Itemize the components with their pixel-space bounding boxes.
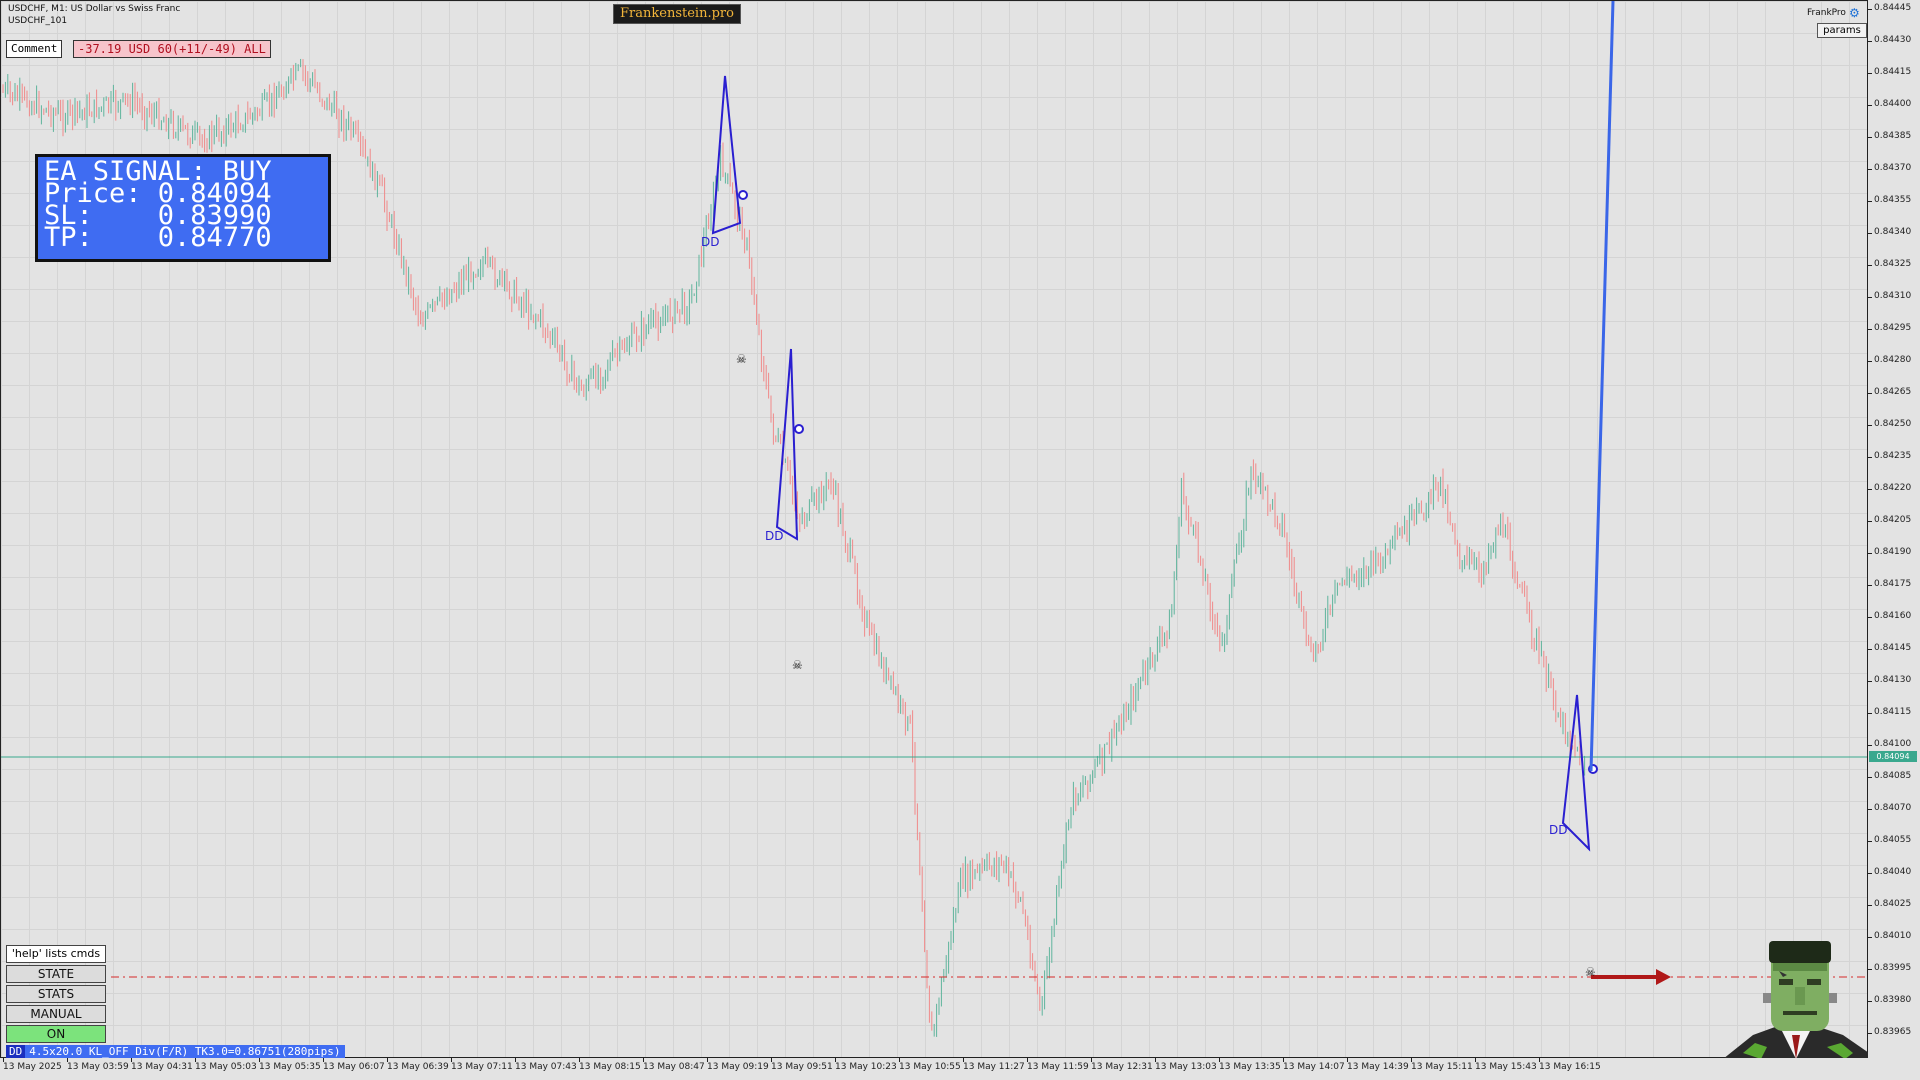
frankenstein-avatar-icon: [1723, 941, 1869, 1059]
time-tick: 13 May 04:31: [131, 1058, 193, 1072]
chart-area[interactable]: USDCHF, M1: US Dollar vs Swiss Franc USD…: [0, 0, 1869, 1059]
manual-button[interactable]: MANUAL: [6, 1005, 106, 1023]
time-tick: 13 May 05:35: [259, 1058, 321, 1072]
price-tick: 0.84400: [1867, 99, 1912, 109]
time-tick: 13 May 10:55: [899, 1058, 961, 1072]
time-tick: 13 May 08:47: [643, 1058, 705, 1072]
time-tick: 13 May 13:35: [1219, 1058, 1281, 1072]
price-tick: 0.84430: [1867, 35, 1912, 45]
price-tick: 0.84340: [1867, 227, 1912, 237]
on-button[interactable]: ON: [6, 1025, 106, 1043]
price-tick: 0.84130: [1867, 675, 1912, 685]
dd-marker: DD: [765, 529, 784, 543]
price-tick: 0.84415: [1867, 67, 1912, 77]
status-text: 4.5x20.0 KL_OFF Div(F/R) TK3.0=0.86751(2…: [29, 1045, 341, 1058]
price-tick: 0.84160: [1867, 611, 1912, 621]
price-tick: 0.84055: [1867, 835, 1912, 845]
price-tick: 0.84280: [1867, 355, 1912, 365]
trade-marker: [794, 424, 804, 434]
price-tick: 0.84295: [1867, 323, 1912, 333]
price-tick: 0.84010: [1867, 931, 1912, 941]
price-tick: 0.83995: [1867, 963, 1912, 973]
price-tick: 0.84190: [1867, 547, 1912, 557]
params-button[interactable]: params: [1817, 23, 1867, 38]
dd-triangle: [775, 348, 799, 541]
price-tick: 0.84100: [1867, 739, 1912, 749]
time-tick: 13 May 07:11: [451, 1058, 513, 1072]
time-tick: 13 May 16:15: [1539, 1058, 1601, 1072]
profit-loss-box: -37.19 USD 60(+11/-49) ALL: [73, 40, 271, 58]
price-tick: 0.84145: [1867, 643, 1912, 653]
price-tick: 0.84385: [1867, 131, 1912, 141]
time-tick: 13 May 11:27: [963, 1058, 1025, 1072]
time-axis[interactable]: 13 May 2025 13 May 03:59 13 May 04:31 13 Ma…: [0, 1058, 1920, 1080]
dd-triangle: [711, 75, 742, 235]
time-tick: 13 May 07:43: [515, 1058, 577, 1072]
time-tick: 13 May 05:03: [195, 1058, 257, 1072]
price-tick: 0.84175: [1867, 579, 1912, 589]
price-tick: 0.84235: [1867, 451, 1912, 461]
stats-button[interactable]: STATS: [6, 985, 106, 1003]
time-tick: 13 May 03:59: [67, 1058, 129, 1072]
price-tick: 0.84370: [1867, 163, 1912, 173]
time-tick: 13 May 09:19: [707, 1058, 769, 1072]
gear-icon[interactable]: ⚙: [1849, 7, 1863, 19]
time-tick: 13 May 06:39: [387, 1058, 449, 1072]
price-tick: 0.84265: [1867, 387, 1912, 397]
ea-signal-panel: EA SIGNAL: BUY Price: 0.84094 SL: 0.8399…: [35, 154, 331, 262]
price-tick: 0.84070: [1867, 803, 1912, 813]
comment-label: Comment: [6, 40, 63, 58]
time-tick: 13 May 06:07: [323, 1058, 385, 1072]
time-tick: 13 May 08:15: [579, 1058, 641, 1072]
signal-tp: TP: 0.84770: [44, 222, 272, 253]
time-tick: 13 May 13:03: [1155, 1058, 1217, 1072]
time-tick: 13 May 2025: [3, 1058, 62, 1072]
dd-marker: DD: [1549, 823, 1568, 837]
price-tick: 0.84220: [1867, 483, 1912, 493]
ea-name: USDCHF_101: [8, 16, 68, 26]
dd-marker: DD: [701, 235, 720, 249]
current-price-tag: 0.84094: [1869, 751, 1917, 762]
price-tick: 0.84445: [1867, 3, 1912, 13]
arrow-right-icon: [1591, 969, 1671, 985]
brand-label[interactable]: Frankenstein.pro: [613, 4, 741, 24]
time-tick: 13 May 15:43: [1475, 1058, 1537, 1072]
help-label: 'help' lists cmds: [6, 945, 106, 963]
price-tick: 0.84355: [1867, 195, 1912, 205]
price-tick: 0.83965: [1867, 1027, 1912, 1037]
status-line: DD 4.5x20.0 KL_OFF Div(F/R) TK3.0=0.86751…: [6, 1045, 345, 1059]
trade-marker: [738, 190, 748, 200]
skull-icon: ☠: [1585, 965, 1596, 979]
price-tick: 0.84025: [1867, 899, 1912, 909]
time-tick: 13 May 10:23: [835, 1058, 897, 1072]
skull-icon: ☠: [792, 658, 803, 672]
time-tick: 13 May 14:39: [1347, 1058, 1409, 1072]
skull-icon: ☠: [736, 352, 747, 366]
take-profit-projection: [1589, 1, 1615, 772]
price-tick: 0.84310: [1867, 291, 1912, 301]
account-name: FrankPro: [1807, 8, 1846, 18]
price-tick: 0.84040: [1867, 867, 1912, 877]
price-tick: 0.83980: [1867, 995, 1912, 1005]
time-tick: 13 May 14:07: [1283, 1058, 1345, 1072]
state-button[interactable]: STATE: [6, 965, 106, 983]
time-tick: 13 May 15:11: [1411, 1058, 1473, 1072]
price-tick: 0.84085: [1867, 771, 1912, 781]
time-tick: 13 May 09:51: [771, 1058, 833, 1072]
price-tick: 0.84115: [1867, 707, 1912, 717]
price-tick: 0.84250: [1867, 419, 1912, 429]
price-tick: 0.84325: [1867, 259, 1912, 269]
price-tick: 0.84205: [1867, 515, 1912, 525]
time-tick: 13 May 12:31: [1091, 1058, 1153, 1072]
time-tick: 13 May 11:59: [1027, 1058, 1089, 1072]
status-dd-tag: DD: [6, 1045, 26, 1058]
symbol-title: USDCHF, M1: US Dollar vs Swiss Franc: [8, 4, 181, 14]
price-axis[interactable]: 0.84445 0.84430 0.84415 0.84400 0.84385 0.843…: [1867, 0, 1920, 1058]
